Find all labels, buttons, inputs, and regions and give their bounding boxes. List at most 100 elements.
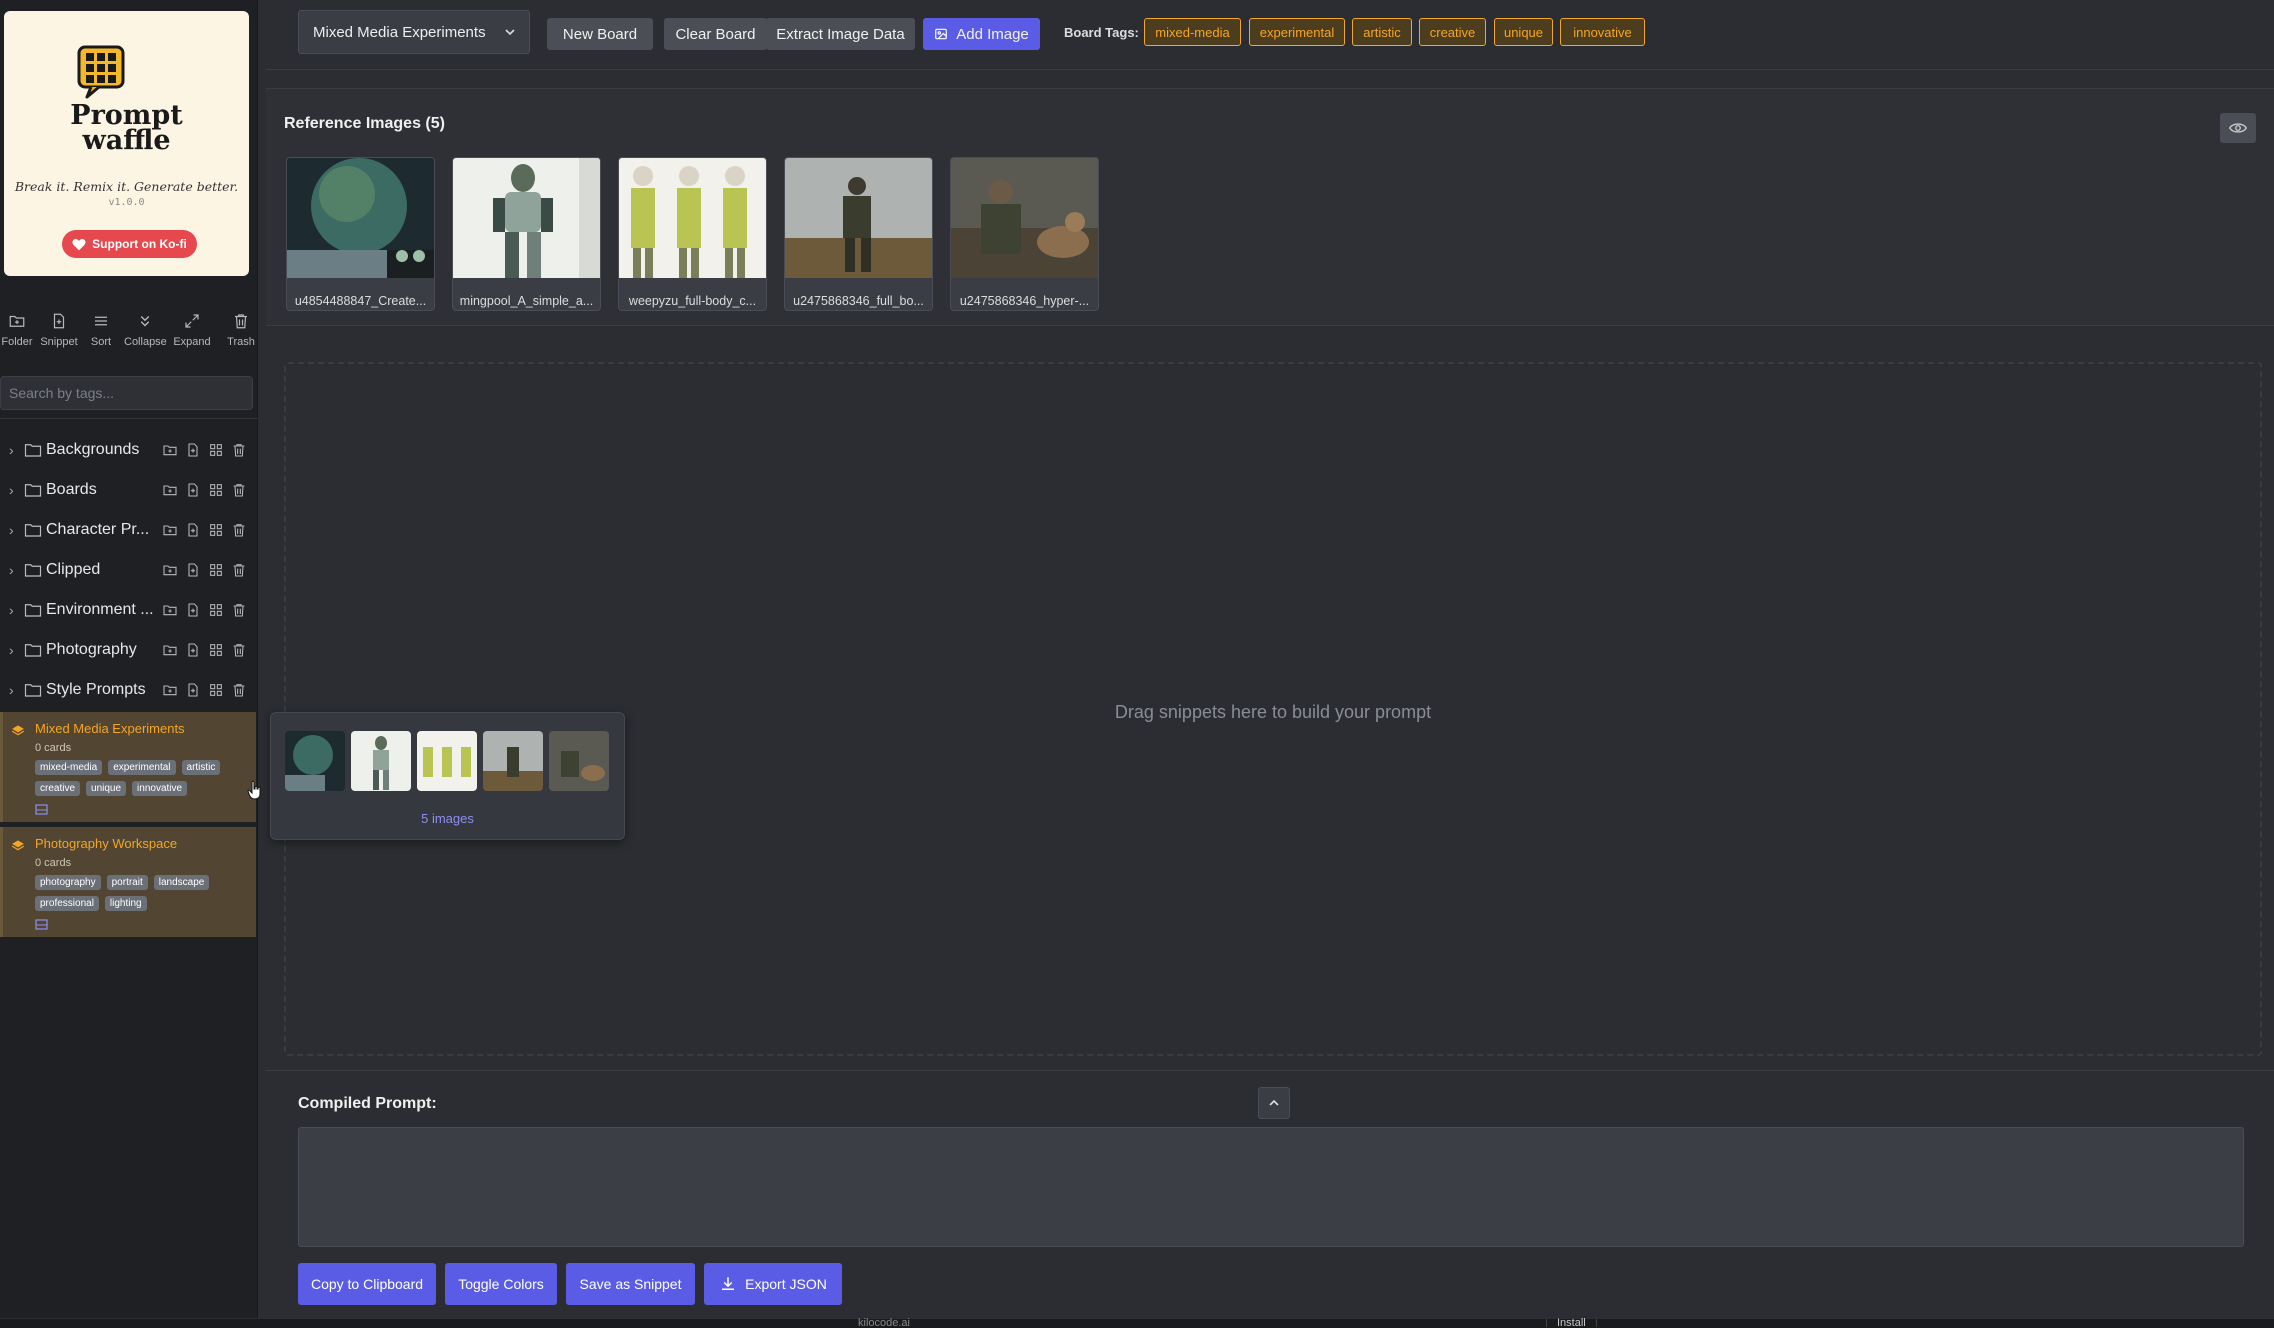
- trash-icon[interactable]: [231, 682, 247, 698]
- board-layers-icon: [11, 725, 25, 736]
- toggle-visibility-button[interactable]: [2220, 113, 2256, 143]
- board-tag: unique: [86, 781, 127, 796]
- folder-item[interactable]: › Style Prompts: [0, 671, 258, 709]
- board-item-mixed-media[interactable]: Mixed Media Experiments 0 cards mixed-me…: [0, 712, 256, 822]
- trash-icon[interactable]: [231, 482, 247, 498]
- folder-item[interactable]: › Photography: [0, 631, 258, 669]
- board-tag-chip[interactable]: creative: [1419, 18, 1486, 46]
- soldier-field-thumbnail-image: [785, 158, 932, 278]
- copy-to-clipboard-button[interactable]: Copy to Clipboard: [298, 1263, 436, 1305]
- folder-item[interactable]: › Character Pr...: [0, 511, 258, 549]
- folder-item[interactable]: › Environment ...: [0, 591, 258, 629]
- folder-add-icon[interactable]: [162, 642, 178, 658]
- board-tag: innovative: [132, 781, 188, 796]
- chevron-right-icon[interactable]: ›: [9, 522, 14, 538]
- grid-icon[interactable]: [208, 482, 224, 498]
- folder-add-icon[interactable]: [162, 602, 178, 618]
- file-add-icon[interactable]: [185, 482, 201, 498]
- add-image-button[interactable]: Add Image: [923, 18, 1040, 50]
- board-tag: experimental: [108, 760, 176, 775]
- folder-add-icon[interactable]: [162, 482, 178, 498]
- grid-icon[interactable]: [208, 602, 224, 618]
- trash-icon[interactable]: [231, 642, 247, 658]
- export-json-button[interactable]: Export JSON: [704, 1263, 842, 1305]
- chevron-right-icon[interactable]: ›: [9, 482, 14, 498]
- save-as-snippet-button[interactable]: Save as Snippet: [566, 1263, 695, 1305]
- chevron-right-icon[interactable]: ›: [9, 682, 14, 698]
- sort-tool-label: Sort: [90, 336, 112, 348]
- folder-tool-button[interactable]: Folder: [0, 312, 38, 348]
- grid-icon[interactable]: [208, 642, 224, 658]
- folder-icon: [24, 644, 42, 657]
- new-board-button[interactable]: New Board: [547, 18, 653, 50]
- grid-icon[interactable]: [208, 522, 224, 538]
- folder-add-icon[interactable]: [162, 522, 178, 538]
- board-tag-chip[interactable]: experimental: [1249, 18, 1345, 46]
- expand-tool-button[interactable]: Expand: [171, 312, 213, 348]
- toggle-colors-button[interactable]: Toggle Colors: [445, 1263, 557, 1305]
- trash-icon[interactable]: [231, 562, 247, 578]
- reference-image-card[interactable]: u4854488847_Create...: [286, 157, 435, 311]
- grid-icon[interactable]: [208, 682, 224, 698]
- file-add-icon[interactable]: [185, 442, 201, 458]
- reference-image-card[interactable]: u2475868346_hyper-...: [950, 157, 1099, 311]
- extract-image-data-button[interactable]: Extract Image Data: [766, 18, 915, 50]
- folder-add-icon[interactable]: [162, 442, 178, 458]
- version-label: v1.0.0: [108, 197, 145, 208]
- folder-actions: [162, 442, 247, 458]
- board-tag-chip[interactable]: unique: [1494, 18, 1553, 46]
- robot-figure-thumbnail-image: [453, 158, 600, 278]
- chevron-right-icon[interactable]: ›: [9, 602, 14, 618]
- board-tag-chip[interactable]: innovative: [1560, 18, 1645, 46]
- snippet-tool-button[interactable]: Snippet: [38, 312, 80, 348]
- preview-thumbnail: [285, 731, 345, 791]
- reference-image-caption: weepyzu_full-body_c...: [628, 294, 757, 308]
- download-icon: [722, 1277, 735, 1290]
- chevron-right-icon[interactable]: ›: [9, 442, 14, 458]
- board-select[interactable]: Mixed Media Experiments: [298, 10, 530, 54]
- support-kofi-button[interactable]: Support on Ko-fi: [62, 230, 197, 258]
- support-kofi-label: Support on Ko-fi: [92, 237, 187, 251]
- folder-item[interactable]: › Clipped: [0, 551, 258, 589]
- chevron-right-icon[interactable]: ›: [9, 562, 14, 578]
- compiled-prompt-textarea[interactable]: [298, 1127, 2244, 1247]
- sort-tool-button[interactable]: Sort: [80, 312, 122, 348]
- folder-tool-label: Folder: [1, 336, 33, 348]
- board-tag-chip[interactable]: artistic: [1352, 18, 1412, 46]
- collapse-prompt-button[interactable]: [1258, 1087, 1290, 1119]
- grid-icon[interactable]: [208, 442, 224, 458]
- folder-name: Style Prompts: [46, 681, 146, 698]
- board-tag: professional: [35, 896, 99, 911]
- preview-image-count: 5 images: [421, 811, 474, 826]
- trash-icon: [235, 314, 247, 329]
- reference-image-card[interactable]: mingpool_A_simple_a...: [452, 157, 601, 311]
- folder-add-icon[interactable]: [162, 562, 178, 578]
- board-layers-icon: [11, 840, 25, 851]
- file-add-icon[interactable]: [185, 562, 201, 578]
- folder-item[interactable]: › Boards: [0, 471, 258, 509]
- folder-item[interactable]: › Backgrounds: [0, 431, 258, 469]
- collapse-tool-button[interactable]: Collapse: [124, 312, 167, 348]
- install-button[interactable]: Install: [1546, 1318, 1597, 1328]
- chevron-right-icon[interactable]: ›: [9, 642, 14, 658]
- grid-icon[interactable]: [208, 562, 224, 578]
- board-select-value: Mixed Media Experiments: [313, 23, 486, 41]
- file-add-icon[interactable]: [185, 642, 201, 658]
- file-add-icon[interactable]: [185, 682, 201, 698]
- trash-tool-button[interactable]: Trash: [220, 312, 262, 348]
- trash-icon[interactable]: [231, 602, 247, 618]
- trash-icon[interactable]: [231, 442, 247, 458]
- folder-add-icon[interactable]: [162, 682, 178, 698]
- sort-lines-icon: [95, 316, 107, 326]
- board-tag-chip[interactable]: mixed-media: [1144, 18, 1241, 46]
- file-add-icon[interactable]: [185, 522, 201, 538]
- file-add-icon[interactable]: [185, 602, 201, 618]
- reference-image-card[interactable]: weepyzu_full-body_c...: [618, 157, 767, 311]
- snippet-dropzone[interactable]: Drag snippets here to build your prompt: [284, 362, 2262, 1056]
- trash-icon[interactable]: [231, 522, 247, 538]
- tag-search-input[interactable]: [0, 376, 253, 410]
- board-item-photography-workspace[interactable]: Photography Workspace 0 cards photograph…: [0, 827, 256, 937]
- reference-image-card[interactable]: u2475868346_full_bo...: [784, 157, 933, 311]
- image-icon: [935, 28, 948, 40]
- clear-board-button[interactable]: Clear Board: [664, 18, 767, 50]
